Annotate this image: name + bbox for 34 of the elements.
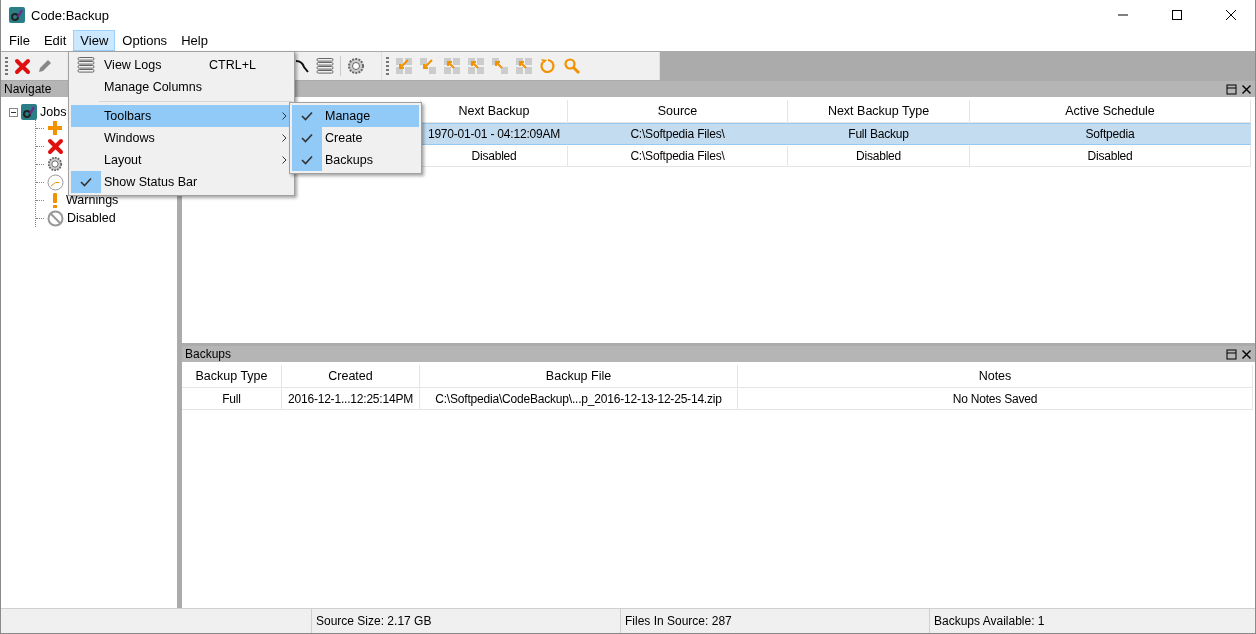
menu-entry[interactable]: Manage Columns bbox=[71, 76, 292, 98]
tree-item[interactable]: Jobs bbox=[40, 105, 67, 119]
menu-entry[interactable]: Backups bbox=[292, 149, 419, 171]
table-cell: 2016-12-1...12:25:14PM bbox=[282, 388, 420, 410]
table-cell: Full bbox=[182, 388, 282, 410]
menu-entry[interactable]: Show Status Bar bbox=[71, 171, 292, 193]
status-text: Backups Available: 1 bbox=[929, 609, 1255, 633]
table-cell: Disabled bbox=[421, 145, 568, 167]
menu-item[interactable]: Help bbox=[174, 30, 215, 51]
pane-title: Backups bbox=[185, 347, 232, 361]
menu-item[interactable]: Options bbox=[115, 30, 175, 51]
table-cell: C:\Softpedia\CodeBackup\...p_2016-12-13-12-25-14.zip bbox=[420, 388, 738, 410]
table-cell: C:\Softpedia Files\ bbox=[568, 123, 788, 145]
pane-title: Navigate bbox=[4, 82, 52, 96]
table-cell: Disabled bbox=[970, 145, 1251, 167]
table-cell: Full Backup bbox=[788, 123, 970, 145]
status-text: Source Size: 2.17 GB bbox=[311, 609, 620, 633]
menu-entry[interactable]: Create bbox=[292, 127, 419, 149]
menu-entry[interactable]: Manage bbox=[292, 105, 419, 127]
table-cell: Disabled bbox=[788, 145, 970, 167]
table-cell: No Notes Saved bbox=[738, 388, 1253, 410]
menu-entry[interactable]: Windows bbox=[71, 127, 292, 149]
window-title: Code:Backup bbox=[31, 7, 111, 23]
table-cell: 1970-01-01 - 04:12:09AM bbox=[421, 123, 568, 145]
menu-item[interactable]: View bbox=[73, 30, 116, 51]
menu-item[interactable]: Edit bbox=[36, 30, 74, 51]
menu-entry[interactable]: Layout bbox=[71, 149, 292, 171]
menu-entry[interactable]: Toolbars bbox=[71, 105, 292, 127]
tree-item[interactable]: Disabled bbox=[67, 211, 116, 225]
menu-item[interactable]: File bbox=[2, 30, 37, 51]
status-text: Files In Source: 287 bbox=[620, 609, 929, 633]
tree-item[interactable]: Warnings bbox=[66, 193, 119, 207]
table-cell: C:\Softpedia Files\ bbox=[568, 145, 788, 167]
table-cell: Softpedia bbox=[970, 123, 1251, 145]
